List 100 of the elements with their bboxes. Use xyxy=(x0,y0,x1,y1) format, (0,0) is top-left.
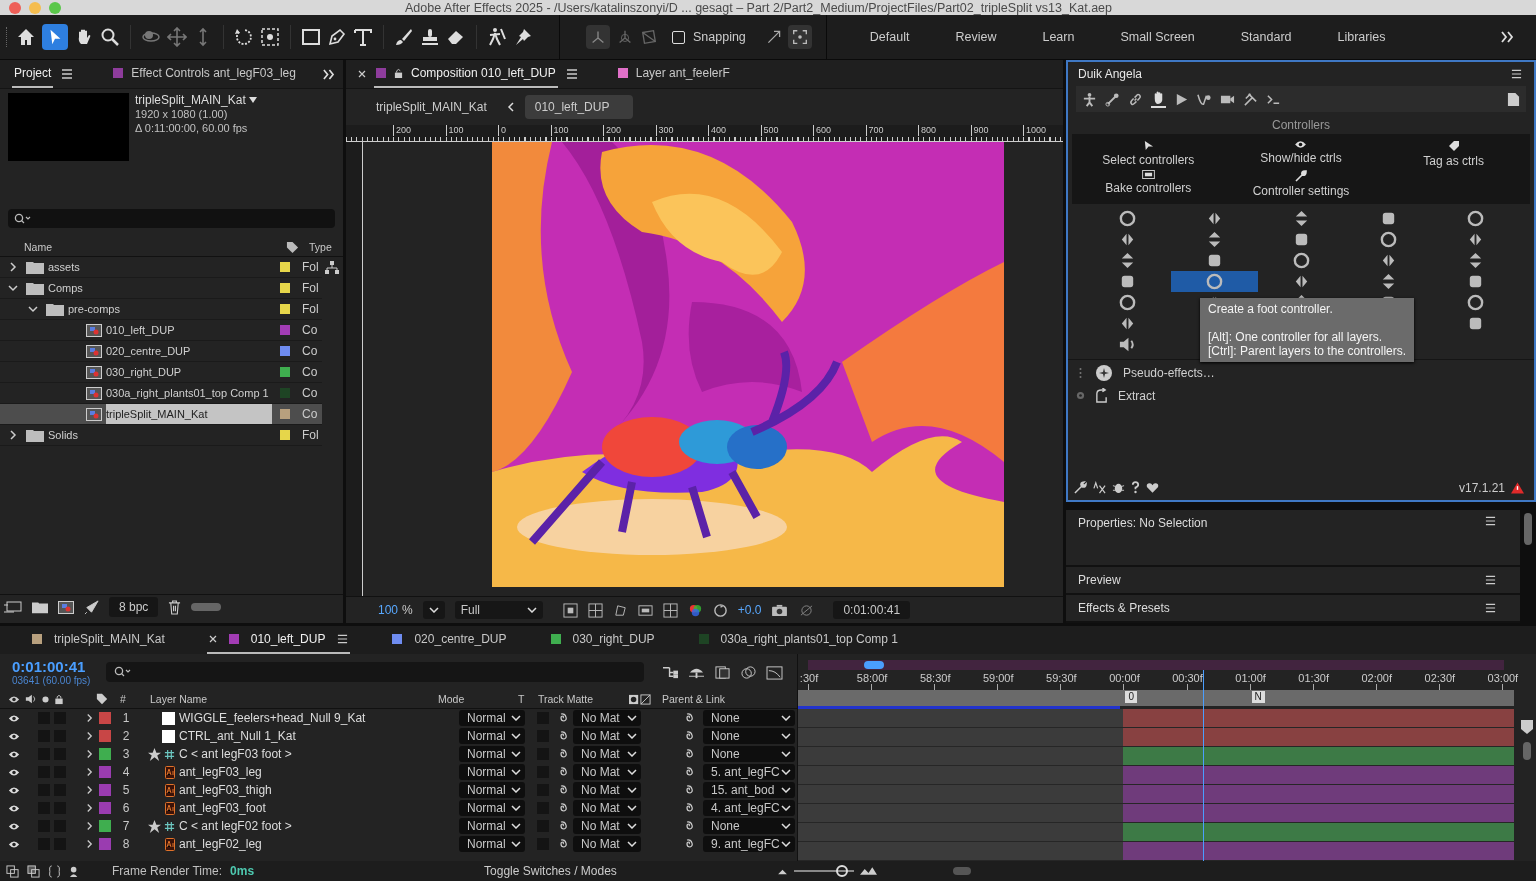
link-icon[interactable] xyxy=(1128,91,1143,107)
project-item[interactable]: Comps Fol xyxy=(0,278,322,299)
track-matte-dropdown[interactable]: No Mat xyxy=(573,836,641,852)
pick-whip-icon[interactable] xyxy=(683,712,695,724)
pick-whip-icon[interactable] xyxy=(683,784,695,796)
double-chevron-icon[interactable] xyxy=(1500,31,1514,43)
exposure-value[interactable]: +0.0 xyxy=(737,603,762,617)
speaker-icon[interactable] xyxy=(25,693,37,705)
tool-item[interactable]: Extract xyxy=(1118,388,1156,403)
mode-dropdown[interactable]: Normal xyxy=(459,710,525,726)
scrollbar-thumb[interactable] xyxy=(952,867,971,875)
layer-name[interactable]: C < ant legF03 foot > xyxy=(179,747,459,761)
action-label[interactable]: Select controllers xyxy=(1102,153,1195,167)
view-axis-icon[interactable] xyxy=(640,28,658,46)
pick-whip-icon[interactable] xyxy=(683,838,695,850)
puppet-icon[interactable] xyxy=(487,27,507,47)
comp-marker[interactable]: N xyxy=(1251,691,1265,703)
camera-icon[interactable] xyxy=(771,603,789,617)
pen-icon[interactable] xyxy=(327,27,347,47)
zoom-value[interactable]: 100 xyxy=(378,603,399,617)
column-header[interactable]: Track Matte xyxy=(538,693,628,705)
column-header[interactable]: T xyxy=(518,693,538,705)
mode-dropdown[interactable]: Normal xyxy=(459,836,525,852)
zoom-dropdown[interactable] xyxy=(422,601,445,619)
eye-icon[interactable] xyxy=(8,713,20,723)
eye-icon[interactable] xyxy=(8,785,20,795)
play-icon[interactable] xyxy=(1174,91,1189,107)
project-item[interactable]: Solids Fol xyxy=(0,425,322,446)
tab-label[interactable]: 020_centre_DUP xyxy=(414,632,507,646)
breadcrumb[interactable]: 010_left_DUP xyxy=(524,95,633,119)
chevron-right-icon[interactable] xyxy=(8,430,18,440)
pin-icon[interactable] xyxy=(513,27,533,47)
chevron-down-icon[interactable] xyxy=(8,283,18,293)
star-icon[interactable] xyxy=(148,747,161,761)
lock-icon[interactable] xyxy=(394,67,403,79)
frame-blending-icon[interactable] xyxy=(714,664,732,680)
scrollbar-thumb[interactable] xyxy=(1524,513,1532,545)
layer-name[interactable]: ant_legF03_foot xyxy=(179,801,459,815)
tag-icon[interactable] xyxy=(1447,140,1460,152)
eye-icon[interactable] xyxy=(8,803,20,813)
search-icon[interactable] xyxy=(100,27,120,47)
composition-name[interactable]: tripleSplit_MAIN_Kat xyxy=(135,93,246,107)
snap-arrow-icon[interactable] xyxy=(765,29,782,45)
workspace-tab[interactable]: Libraries xyxy=(1314,30,1409,44)
eye-icon[interactable] xyxy=(1294,140,1308,149)
project-item[interactable]: 020_centre_DUP Co xyxy=(0,341,322,362)
pick-whip-icon[interactable] xyxy=(683,802,695,814)
mode-dropdown[interactable]: Normal xyxy=(459,800,525,816)
project-item[interactable]: assets Fol xyxy=(0,257,322,278)
tab-label[interactable]: 030_right_DUP xyxy=(572,632,655,646)
chevron-right-icon[interactable] xyxy=(8,262,18,272)
transparency-grid-icon[interactable] xyxy=(587,602,603,618)
tab-label[interactable]: Layer ant_feelerF xyxy=(635,66,730,80)
label-color[interactable] xyxy=(99,820,111,832)
layer-name[interactable]: WIGGLE_feelers+head_Null 9_Kat xyxy=(179,711,459,725)
pick-whip-icon[interactable] xyxy=(557,820,569,832)
label-color[interactable] xyxy=(99,838,111,850)
scrollbar-thumb[interactable] xyxy=(191,603,222,611)
brush-icon[interactable] xyxy=(394,27,414,47)
column-header[interactable]: Parent & Link xyxy=(662,693,797,705)
workspace-tab[interactable]: Default xyxy=(846,30,933,44)
action-label[interactable]: Bake controllers xyxy=(1105,181,1192,195)
tag-icon[interactable] xyxy=(286,240,299,254)
motion-blur-icon[interactable] xyxy=(740,664,758,680)
selection-tool[interactable] xyxy=(42,24,68,50)
eye-icon[interactable] xyxy=(8,694,20,704)
zoom-in-icon[interactable] xyxy=(859,867,877,875)
reset-exposure-icon[interactable] xyxy=(712,602,728,618)
column-header[interactable]: Layer Name xyxy=(150,693,438,705)
pick-whip-icon[interactable] xyxy=(557,712,569,724)
bug-icon[interactable] xyxy=(1112,481,1125,495)
project-item[interactable]: 030_right_DUP Co xyxy=(0,362,322,383)
interpret-footage-icon[interactable] xyxy=(4,600,22,614)
local-axis-button[interactable] xyxy=(586,25,610,49)
puppet-icon[interactable] xyxy=(1082,91,1097,107)
pick-whip-icon[interactable] xyxy=(683,766,695,778)
menu-icon[interactable] xyxy=(337,634,349,644)
checkbox[interactable] xyxy=(672,30,685,44)
mode-dropdown[interactable]: Normal xyxy=(459,764,525,780)
controllers-tab[interactable] xyxy=(1151,90,1166,108)
project-item[interactable]: tripleSplit_MAIN_Kat Co xyxy=(0,404,322,425)
tab-label[interactable]: tripleSplit_MAIN_Kat xyxy=(54,632,165,646)
tool-item[interactable]: Pseudo-effects… xyxy=(1123,366,1215,380)
brackets-icon[interactable] xyxy=(48,864,61,878)
flowchart-icon[interactable] xyxy=(325,261,339,274)
track-matte-dropdown[interactable]: No Mat xyxy=(573,818,641,834)
parent-dropdown[interactable]: None xyxy=(703,746,795,762)
pick-whip-icon[interactable] xyxy=(557,784,569,796)
parent-dropdown[interactable]: None xyxy=(703,818,795,834)
help-icon[interactable] xyxy=(1131,481,1140,495)
label-color[interactable] xyxy=(99,730,111,742)
zoom-out-icon[interactable] xyxy=(776,867,788,875)
eye-icon[interactable] xyxy=(8,731,20,741)
move-arrows-icon[interactable] xyxy=(167,27,187,47)
bone-icon[interactable] xyxy=(1105,91,1120,107)
film-frame-icon[interactable] xyxy=(1141,170,1155,179)
solo-dot-icon[interactable] xyxy=(42,695,49,703)
composition-icon[interactable] xyxy=(58,600,74,614)
controller-button[interactable] xyxy=(1170,271,1258,292)
pick-whip-icon[interactable] xyxy=(557,838,569,850)
